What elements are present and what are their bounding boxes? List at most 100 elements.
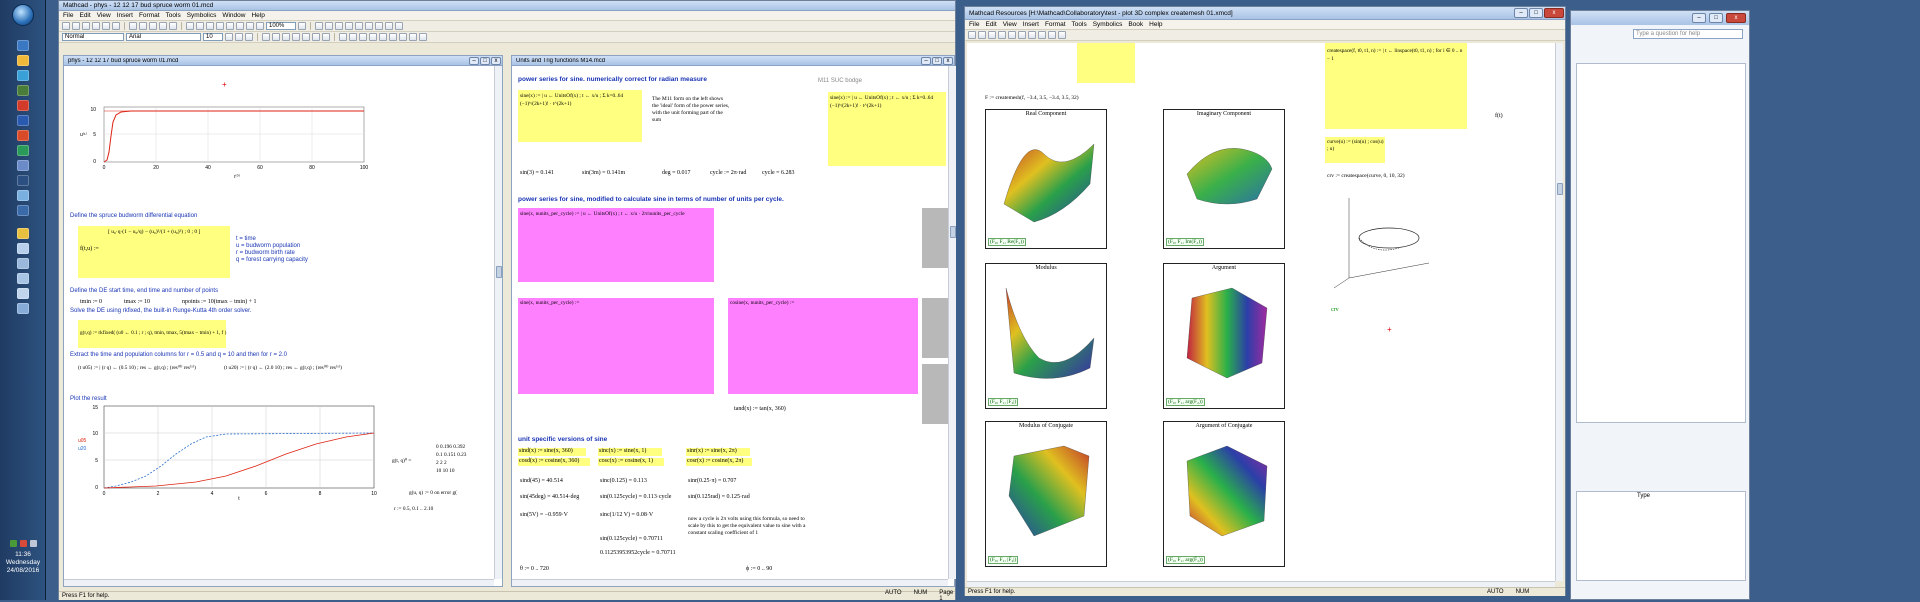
history-icon[interactable] [1028,31,1036,39]
math-toolbar-icon-6[interactable] [389,33,397,41]
menu-tools[interactable]: Tools [166,12,181,19]
taskbar-app-blue-icon[interactable] [17,160,29,171]
sine-def-m11-bodge[interactable]: sine(x) := | u ← UnitsOf(x) ; t ← x/u ; … [828,92,946,166]
tmin-def[interactable]: tmin := 0 [80,299,102,305]
new-icon[interactable] [62,22,70,30]
insert-function-icon[interactable] [206,22,214,30]
sinr025-result[interactable]: sinr(0.25·π) = 0.707 [688,478,736,484]
taskbar-app-excel-icon[interactable] [17,85,29,96]
sin0125cycle-result[interactable]: sin(0.125cycle) = 0.113·cycle [600,494,671,500]
cosine-def-units-region[interactable]: cosine(x, nunits_per_cycle) := [728,298,918,394]
bg-close-button[interactable]: x [1726,13,1746,23]
underline-icon[interactable] [245,33,253,41]
res-menu-book[interactable]: Book [1128,21,1143,28]
calculus-palette-icon[interactable] [355,22,363,30]
next-page-icon[interactable] [1018,31,1026,39]
programming-palette-icon[interactable] [375,22,383,30]
resources-scroll-thumb[interactable] [1557,183,1563,195]
doc2-horizontal-scrollbar[interactable] [512,579,948,586]
tand-def[interactable]: tand(x) := tan(x, 360) [734,406,786,412]
menu-edit[interactable]: Edit [79,12,90,19]
taskbar-app-acrobat-icon[interactable] [17,100,29,111]
clipped-region-1[interactable] [922,208,948,268]
sind-def-region[interactable]: sind(x) := sine(x, 360) [518,448,586,456]
math-toolbar-icon-8[interactable] [409,33,417,41]
plot-modulus-conjugate[interactable]: Modulus of Conjugate (F₀, F₁, |F̄₂|) [985,421,1107,567]
taskbar-app-globe-icon[interactable] [17,70,29,81]
cycle-result[interactable]: cycle = 6.283 [762,170,795,176]
menu-symbolics[interactable]: Symbolics [187,12,217,19]
doc1-horizontal-scrollbar[interactable] [64,579,494,586]
createmesh-def[interactable]: F := createmesh(f, −3.4, 3.5, −3.4, 3.5,… [985,95,1079,101]
style-combo[interactable]: Normal [62,33,124,41]
sine-def-units-region[interactable]: sine(x, nunits_per_cycle) := | u ← Units… [518,208,714,282]
math-toolbar-icon-2[interactable] [349,33,357,41]
spellcheck-icon[interactable] [112,22,120,30]
createspace-def-region[interactable]: createspace(f, t0, t1, n) := | t ← linsp… [1325,43,1467,129]
comparison-plot[interactable]: 15 10 5 0 0 2 4 6 8 10 u05 u20 t [76,404,386,500]
menu-window[interactable]: Window [222,12,245,19]
sin0125c-result[interactable]: sin(0.125cycle) = 0.70711 [600,536,663,542]
sinr-def-region[interactable]: sinr(x) := sine(x, 2π) [686,448,750,456]
crv-def[interactable]: crv := createspace(curve, 0, 10, 32) [1327,173,1405,179]
sine-def-units-region-2[interactable]: sine(x, nunits_per_cycle) := [518,298,714,394]
math-toolbar-icon-4[interactable] [369,33,377,41]
taskbar-app-powerpoint-icon[interactable] [17,130,29,141]
taskbar-app-network-icon[interactable] [17,205,29,216]
resources-worksheet[interactable]: F := createmesh(f, −3.4, 3.5, −3.4, 3.5,… [967,43,1555,581]
bg-maximize-button[interactable]: □ [1709,13,1723,23]
help-icon[interactable] [298,22,306,30]
copy-icon[interactable] [139,22,147,30]
bg-minimize-button[interactable]: – [1692,13,1706,23]
home-icon[interactable] [968,31,976,39]
doc2-worksheet[interactable]: power series for sine. numerically corre… [512,66,948,579]
plot-argument[interactable]: Argument (F₀, F₁, arg(F₂)) [1163,263,1285,409]
sinc-def-region[interactable]: sinc(x) := sine(x, 1) [598,448,662,456]
math-toolbar-icon-1[interactable] [339,33,347,41]
math-toolbar-icon-3[interactable] [359,33,367,41]
back-icon[interactable] [988,31,996,39]
print-icon[interactable] [1048,31,1056,39]
insert-unit-icon[interactable] [216,22,224,30]
menu-help[interactable]: Help [251,12,264,19]
tmax-def[interactable]: tmax := 10 [124,299,150,305]
clock-time[interactable]: 11:36 [2,551,44,559]
boolean-palette-icon[interactable] [365,22,373,30]
math-toolbar-icon-5[interactable] [379,33,387,41]
insert-component-icon[interactable] [246,22,254,30]
taskbar-app-doc4-icon[interactable] [17,288,29,299]
forward-icon[interactable] [998,31,1006,39]
sin3-result[interactable]: sin(3) = 0.141 [520,170,554,176]
resources-vertical-scrollbar[interactable] [1555,43,1563,581]
prev-page-icon[interactable] [1008,31,1016,39]
zoom-combo[interactable]: 100% [266,22,296,30]
sind45-result[interactable]: sind(45) = 40.514 [520,478,563,484]
start-button[interactable] [12,4,34,26]
greek-palette-icon[interactable] [385,22,393,30]
long-value-result[interactable]: 0.11253953952cycle = 0.70711 [600,550,676,556]
curve-def-region[interactable]: curve(u) := (sin(u) ; cos(u) ; u) [1325,137,1385,163]
superscript-icon[interactable] [322,33,330,41]
math-toolbar-icon-7[interactable] [399,33,407,41]
copy-icon[interactable] [1038,31,1046,39]
menu-insert[interactable]: Insert [117,12,133,19]
doc1-worksheet[interactable]: + 10 5 0 0 20 40 60 80 100 u⁽¹⁾ t⁽⁰⁾ Def… [64,66,494,579]
clipped-region-3[interactable] [922,364,948,424]
font-combo[interactable]: Arial [126,33,201,41]
theta-range[interactable]: θ := 0 .. 720 [520,566,549,572]
fx-definition-region[interactable]: f(t,u) := [ u₀·q·(1 − u₀/q) − (u₀)²/(1 +… [78,226,230,278]
mesh-def-tail-region[interactable] [1077,43,1135,83]
npoints-def[interactable]: npoints := 10(tmax − tmin) + 1 [182,299,256,305]
preview-icon[interactable] [102,22,110,30]
taskbar-app-ie-icon[interactable] [17,40,29,51]
res-menu-symbolics[interactable]: Symbolics [1093,21,1123,28]
doc1-scroll-thumb[interactable] [496,266,502,278]
doc1-vertical-scrollbar[interactable] [494,66,502,579]
plot-argument-conjugate[interactable]: Argument of Conjugate (F₀, F₁, arg(F̄₂)) [1163,421,1285,567]
italic-icon[interactable] [235,33,243,41]
menu-format[interactable]: Format [139,12,160,19]
taskbar-app-folder-icon[interactable] [17,55,29,66]
save-icon[interactable] [82,22,90,30]
calculator-palette-icon[interactable] [315,22,323,30]
doc1-close-button[interactable]: x [491,56,501,65]
